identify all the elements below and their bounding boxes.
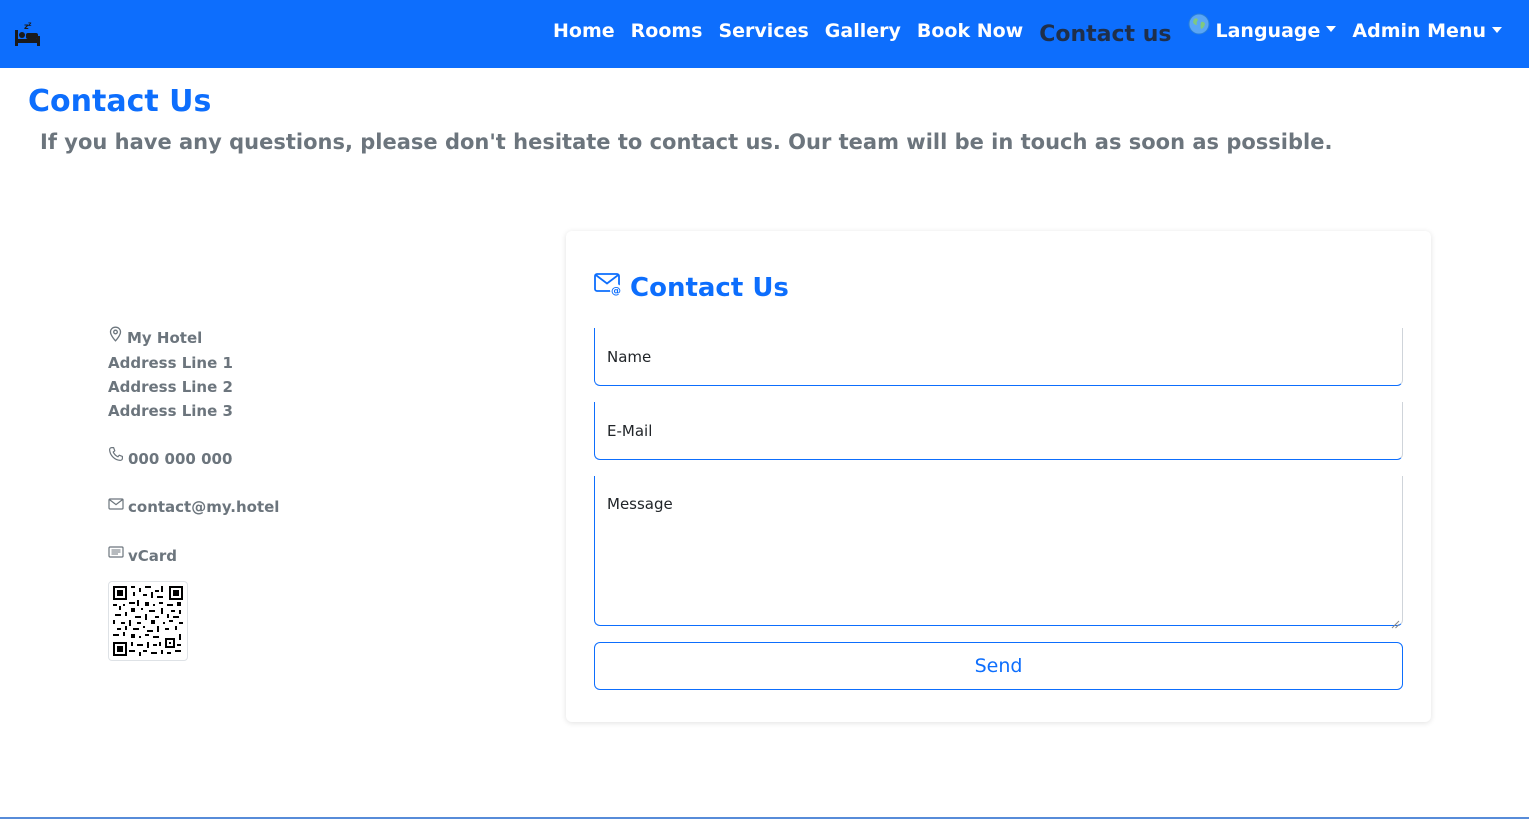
main-nav: Home Rooms Services Gallery Book Now Con…: [545, 0, 1510, 68]
message-placeholder: Message: [607, 495, 673, 513]
language-label: Language: [1215, 19, 1321, 42]
globe-icon: [1188, 0, 1210, 63]
message-textarea[interactable]: Message: [594, 476, 1403, 629]
svg-text:z: z: [28, 21, 32, 28]
hotel-name: My Hotel: [127, 329, 203, 347]
contact-form-card: @ Contact Us Name E-Mail Message Send: [566, 231, 1431, 722]
envelope-icon: [108, 494, 124, 518]
hotel-address-block: My Hotel Address Line 1 Address Line 2 A…: [108, 326, 279, 568]
bed-icon[interactable]: z z: [13, 20, 41, 48]
form-title-text: Contact Us: [630, 272, 789, 303]
form-title: @ Contact Us: [594, 271, 789, 304]
nav-rooms[interactable]: Rooms: [623, 0, 711, 65]
nav-services[interactable]: Services: [710, 0, 816, 65]
phone-icon: [108, 445, 124, 469]
nav-gallery[interactable]: Gallery: [817, 0, 909, 65]
vcard-qr-code: [108, 581, 188, 661]
email-link[interactable]: contact@my.hotel: [128, 498, 279, 516]
envelope-at-icon: @: [594, 271, 630, 304]
address-line: Address Line 2: [108, 377, 233, 396]
admin-menu-label: Admin Menu: [1352, 20, 1486, 42]
page-title: Contact Us: [28, 84, 212, 119]
map-pin-icon: [108, 325, 123, 349]
name-input[interactable]: Name: [594, 328, 1403, 386]
phone-number[interactable]: 000 000 000: [128, 450, 232, 468]
vcard-icon: [108, 542, 124, 566]
vcard-link[interactable]: vCard: [128, 547, 177, 565]
admin-menu-dropdown[interactable]: Admin Menu: [1344, 0, 1510, 65]
email-input[interactable]: E-Mail: [594, 402, 1403, 460]
nav-book-now[interactable]: Book Now: [909, 0, 1031, 65]
page-lead-text: If you have any questions, please don't …: [40, 130, 1333, 154]
chevron-down-icon: [1326, 26, 1337, 33]
nav-contact-us[interactable]: Contact us: [1031, 1, 1179, 69]
address-line: Address Line 3: [108, 401, 233, 420]
language-dropdown[interactable]: Language: [1180, 0, 1345, 65]
chevron-down-icon: [1492, 26, 1502, 33]
send-button[interactable]: Send: [594, 642, 1403, 690]
top-navbar: z z Home Rooms Services Gallery Book Now…: [0, 0, 1529, 68]
nav-home[interactable]: Home: [545, 0, 623, 65]
svg-text:@: @: [611, 286, 621, 297]
email-placeholder: E-Mail: [607, 422, 653, 440]
resize-handle-icon[interactable]: [1391, 614, 1400, 629]
name-placeholder: Name: [607, 348, 652, 366]
address-line: Address Line 1: [108, 353, 233, 372]
